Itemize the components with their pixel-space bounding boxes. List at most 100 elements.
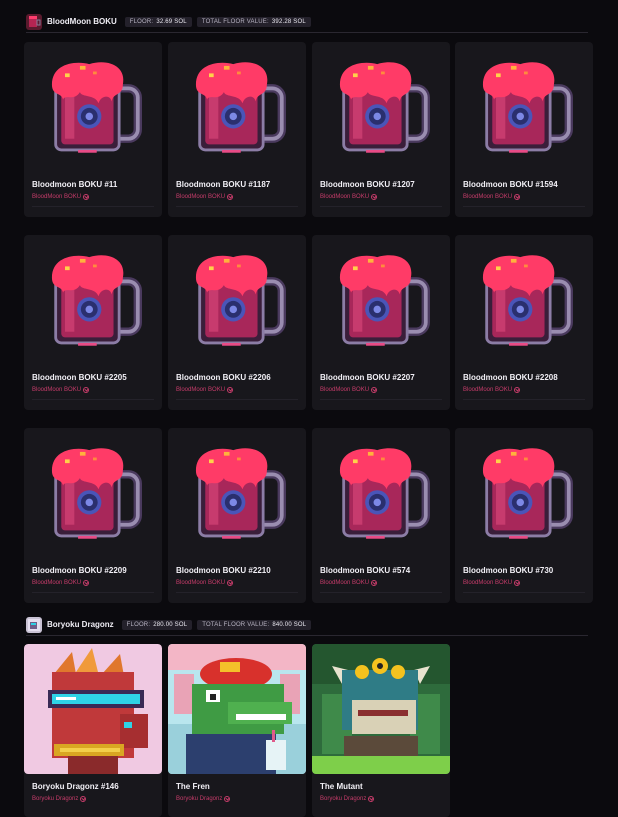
nft-name[interactable]: Bloodmoon BOKU #2208 [463, 373, 558, 382]
verified-check-icon [371, 387, 378, 393]
nft-card[interactable]: Bloodmoon BOKU #1207 BloodMoon BOKU [312, 42, 450, 217]
nft-card[interactable]: Bloodmoon BOKU #1187 BloodMoon BOKU [168, 42, 306, 217]
collection-header-boryoku: Boryoku Dragonz FLOOR: 280.00 SOL TOTAL … [26, 614, 588, 636]
nft-collection-link[interactable]: BloodMoon BOKU [176, 580, 234, 586]
collection-name[interactable]: BloodMoon BOKU [320, 194, 369, 200]
card-divider [463, 206, 585, 207]
verified-check-icon [227, 194, 234, 200]
collection-title[interactable]: BloodMoon BOKU [47, 17, 117, 26]
nft-card-the-fren[interactable]: The Fren Boryoku Dragonz [168, 644, 306, 817]
bloodmoon-mug-image [168, 235, 306, 365]
nft-collection-link[interactable]: Boryoku Dragonz [176, 796, 231, 802]
verified-check-icon [227, 387, 234, 393]
floor-price-badge: FLOOR: 280.00 SOL [121, 619, 193, 630]
verified-check-icon [514, 194, 521, 200]
total-floor-value: 392.28 SOL [271, 18, 306, 25]
nft-card[interactable]: Bloodmoon BOKU #574 BloodMoon BOKU [312, 428, 450, 603]
nft-name[interactable]: Bloodmoon BOKU #1207 [320, 180, 415, 189]
card-divider [32, 592, 154, 593]
nft-card-the-mutant[interactable]: The Mutant Boryoku Dragonz [312, 644, 450, 817]
collection-name[interactable]: BloodMoon BOKU [32, 194, 81, 200]
nft-name[interactable]: Bloodmoon BOKU #11 [32, 180, 117, 189]
nft-card-boryoku-146[interactable]: Boryoku Dragonz #146 Boryoku Dragonz [24, 644, 162, 817]
verified-check-icon [224, 796, 231, 802]
nft-name[interactable]: Bloodmoon BOKU #2205 [32, 373, 127, 382]
nft-collection-link[interactable]: Boryoku Dragonz [320, 796, 375, 802]
floor-price-badge: FLOOR: 32.69 SOL [124, 16, 192, 27]
nft-collection-link[interactable]: Boryoku Dragonz [32, 796, 87, 802]
collection-name[interactable]: Boryoku Dragonz [320, 796, 366, 802]
nft-name[interactable]: The Fren [176, 782, 210, 791]
collection-name[interactable]: BloodMoon BOKU [463, 580, 512, 586]
collection-name[interactable]: BloodMoon BOKU [32, 387, 81, 393]
collection-header-bloodmoon: BloodMoon BOKU FLOOR: 32.69 SOL TOTAL FL… [26, 11, 588, 33]
nft-name[interactable]: Bloodmoon BOKU #2207 [320, 373, 415, 382]
verified-check-icon [83, 194, 90, 200]
nft-name[interactable]: Bloodmoon BOKU #574 [320, 566, 410, 575]
nft-card[interactable]: Bloodmoon BOKU #2209 BloodMoon BOKU [24, 428, 162, 603]
nft-collection-link[interactable]: BloodMoon BOKU [32, 194, 90, 200]
dragon-icon [26, 616, 42, 633]
verified-check-icon [514, 387, 521, 393]
collection-name[interactable]: BloodMoon BOKU [320, 580, 369, 586]
nft-name[interactable]: Bloodmoon BOKU #1594 [463, 180, 558, 189]
collection-name[interactable]: BloodMoon BOKU [176, 580, 225, 586]
nft-card[interactable]: Bloodmoon BOKU #1594 BloodMoon BOKU [455, 42, 593, 217]
collection-title[interactable]: Boryoku Dragonz [47, 620, 114, 629]
nft-card[interactable]: Bloodmoon BOKU #2208 BloodMoon BOKU [455, 235, 593, 410]
verified-check-icon [80, 796, 87, 802]
verified-check-icon [371, 194, 378, 200]
nft-name[interactable]: The Mutant [320, 782, 363, 791]
card-divider [320, 399, 442, 400]
nft-collection-link[interactable]: BloodMoon BOKU [176, 387, 234, 393]
nft-collection-link[interactable]: BloodMoon BOKU [320, 387, 378, 393]
card-divider [463, 399, 585, 400]
nft-collection-link[interactable]: BloodMoon BOKU [32, 580, 90, 586]
collection-name[interactable]: BloodMoon BOKU [176, 387, 225, 393]
nft-card[interactable]: Bloodmoon BOKU #2207 BloodMoon BOKU [312, 235, 450, 410]
collection-name[interactable]: BloodMoon BOKU [32, 580, 81, 586]
verified-check-icon [371, 580, 378, 586]
verified-check-icon [227, 580, 234, 586]
nft-name[interactable]: Bloodmoon BOKU #2210 [176, 566, 271, 575]
mutant-nft-image [312, 644, 450, 774]
nft-card[interactable]: Bloodmoon BOKU #2210 BloodMoon BOKU [168, 428, 306, 603]
bloodmoon-mug-image [24, 235, 162, 365]
nft-card[interactable]: Bloodmoon BOKU #2206 BloodMoon BOKU [168, 235, 306, 410]
bloodmoon-mug-image [455, 235, 593, 365]
nft-name[interactable]: Bloodmoon BOKU #1187 [176, 180, 270, 189]
total-floor-label: TOTAL FLOOR VALUE: [202, 621, 270, 628]
bloodmoon-mug-image [455, 428, 593, 558]
collection-name[interactable]: Boryoku Dragonz [176, 796, 222, 802]
nft-name[interactable]: Bloodmoon BOKU #730 [463, 566, 553, 575]
nft-card[interactable]: Bloodmoon BOKU #11 BloodMoon BOKU [24, 42, 162, 217]
nft-collection-link[interactable]: BloodMoon BOKU [463, 387, 521, 393]
total-floor-value-badge: TOTAL FLOOR VALUE: 840.00 SOL [197, 619, 312, 630]
nft-name[interactable]: Bloodmoon BOKU #2206 [176, 373, 271, 382]
verified-check-icon [368, 796, 375, 802]
floor-value: 280.00 SOL [153, 621, 188, 628]
total-floor-label: TOTAL FLOOR VALUE: [201, 18, 269, 25]
collection-name[interactable]: BloodMoon BOKU [320, 387, 369, 393]
nft-collection-link[interactable]: BloodMoon BOKU [32, 387, 90, 393]
collection-name[interactable]: BloodMoon BOKU [463, 387, 512, 393]
nft-collection-link[interactable]: BloodMoon BOKU [320, 580, 378, 586]
collection-name[interactable]: Boryoku Dragonz [32, 796, 78, 802]
nft-name[interactable]: Bloodmoon BOKU #2209 [32, 566, 127, 575]
nft-collection-link[interactable]: BloodMoon BOKU [320, 194, 378, 200]
verified-check-icon [83, 580, 90, 586]
nft-card[interactable]: Bloodmoon BOKU #2205 BloodMoon BOKU [24, 235, 162, 410]
nft-collection-link[interactable]: BloodMoon BOKU [176, 194, 234, 200]
dragon-nft-image [24, 644, 162, 774]
nft-collection-link[interactable]: BloodMoon BOKU [463, 194, 521, 200]
card-divider [32, 399, 154, 400]
nft-name[interactable]: Boryoku Dragonz #146 [32, 782, 119, 791]
collection-name[interactable]: BloodMoon BOKU [176, 194, 225, 200]
bloodmoon-mug-image [455, 42, 593, 172]
bloodmoon-mug-image [312, 235, 450, 365]
verified-check-icon [83, 387, 90, 393]
bloodmoon-mug-image [168, 428, 306, 558]
nft-collection-link[interactable]: BloodMoon BOKU [463, 580, 521, 586]
collection-name[interactable]: BloodMoon BOKU [463, 194, 512, 200]
nft-card[interactable]: Bloodmoon BOKU #730 BloodMoon BOKU [455, 428, 593, 603]
